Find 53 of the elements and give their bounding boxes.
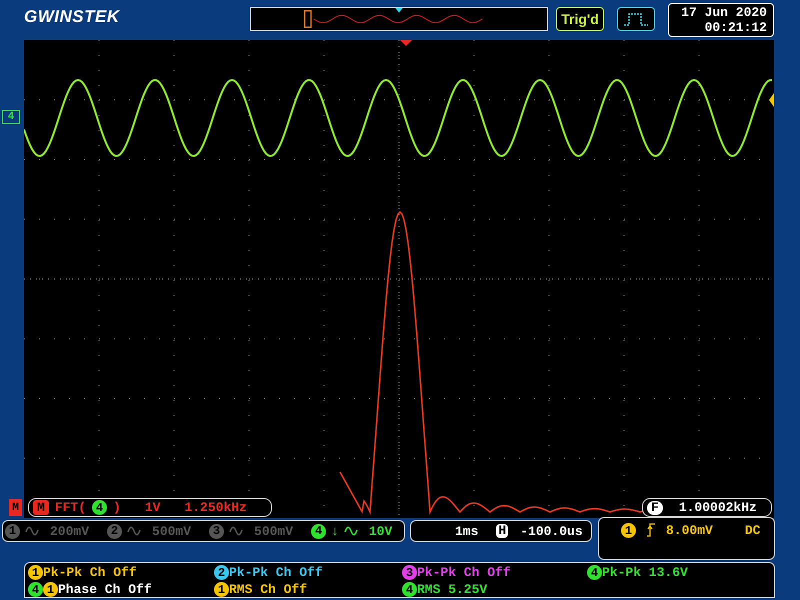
source-badge: 2 — [214, 565, 229, 580]
math-badge: M — [33, 500, 49, 515]
source-badge: 1 — [28, 565, 43, 580]
channel-scale: 200mV — [50, 524, 90, 538]
measurement-label: Pk-Pk Ch Off — [43, 565, 137, 580]
brand-logo: GWINSTEK — [24, 7, 120, 27]
math-function: FFT( — [54, 500, 86, 515]
measurement-label: RMS Ch Off — [229, 582, 308, 597]
source-badge: 3 — [402, 565, 417, 580]
horizontal-badge: H — [496, 524, 508, 538]
source-badge: 4 — [402, 582, 417, 597]
channel-scale: 500mV — [254, 524, 294, 538]
math-marker: M — [9, 499, 22, 516]
rising-edge-icon — [646, 523, 656, 537]
trigger-level: 8.00mV — [666, 523, 713, 538]
ac-coupling-icon — [229, 526, 244, 536]
measurement-label: Pk-Pk Ch Off — [229, 565, 323, 580]
measurement-label: Phase Ch Off — [58, 582, 152, 597]
trigger-status: Trig'd — [556, 7, 604, 31]
channel-badge: 4 — [311, 524, 326, 538]
frequency-badge: F — [647, 500, 663, 514]
frequency-value: 1.00002kHz — [678, 500, 757, 515]
pulse-icon — [623, 11, 649, 27]
math-center: 1.250kHz — [184, 500, 247, 515]
channel-badge: 2 — [107, 524, 122, 538]
channel-badge: 3 — [209, 524, 224, 538]
timebase-scale: 1ms — [455, 524, 478, 538]
trigger-coupling: DC — [744, 523, 760, 538]
ac-coupling-icon — [344, 526, 358, 536]
source-badge: 1 — [214, 582, 229, 597]
channel-badge: 1 — [5, 524, 20, 538]
source-badge: 4 — [92, 500, 108, 515]
measurement-label: Pk-Pk 13.6V — [602, 565, 688, 580]
trigger-position-icon — [400, 40, 412, 46]
time-label: 00:21:12 — [704, 20, 767, 35]
source-badge: 1 — [43, 582, 58, 597]
measurement-label: Pk-Pk Ch Off — [417, 565, 511, 580]
channel-scale: 10V — [368, 524, 392, 538]
horizontal-position: -100.0us — [520, 524, 583, 538]
trigger-level-icon — [769, 93, 774, 107]
acquire-mode-button[interactable] — [617, 7, 655, 31]
ac-coupling-icon — [25, 526, 39, 536]
ac-coupling-icon — [127, 526, 142, 536]
math-paren: ) — [113, 500, 121, 515]
channel-scale: 500mV — [152, 524, 192, 538]
channel-marker: 4 — [2, 110, 20, 124]
measurement-label: RMS 5.25V — [417, 582, 488, 597]
bandwidth-limit-label: ↓ — [331, 524, 339, 538]
source-badge: 4 — [587, 565, 602, 580]
source-badge: 4 — [28, 582, 43, 597]
date-label: 17 Jun 2020 — [681, 5, 767, 20]
math-scale: 1V — [144, 500, 160, 515]
trigger-source-badge: 1 — [621, 523, 636, 538]
